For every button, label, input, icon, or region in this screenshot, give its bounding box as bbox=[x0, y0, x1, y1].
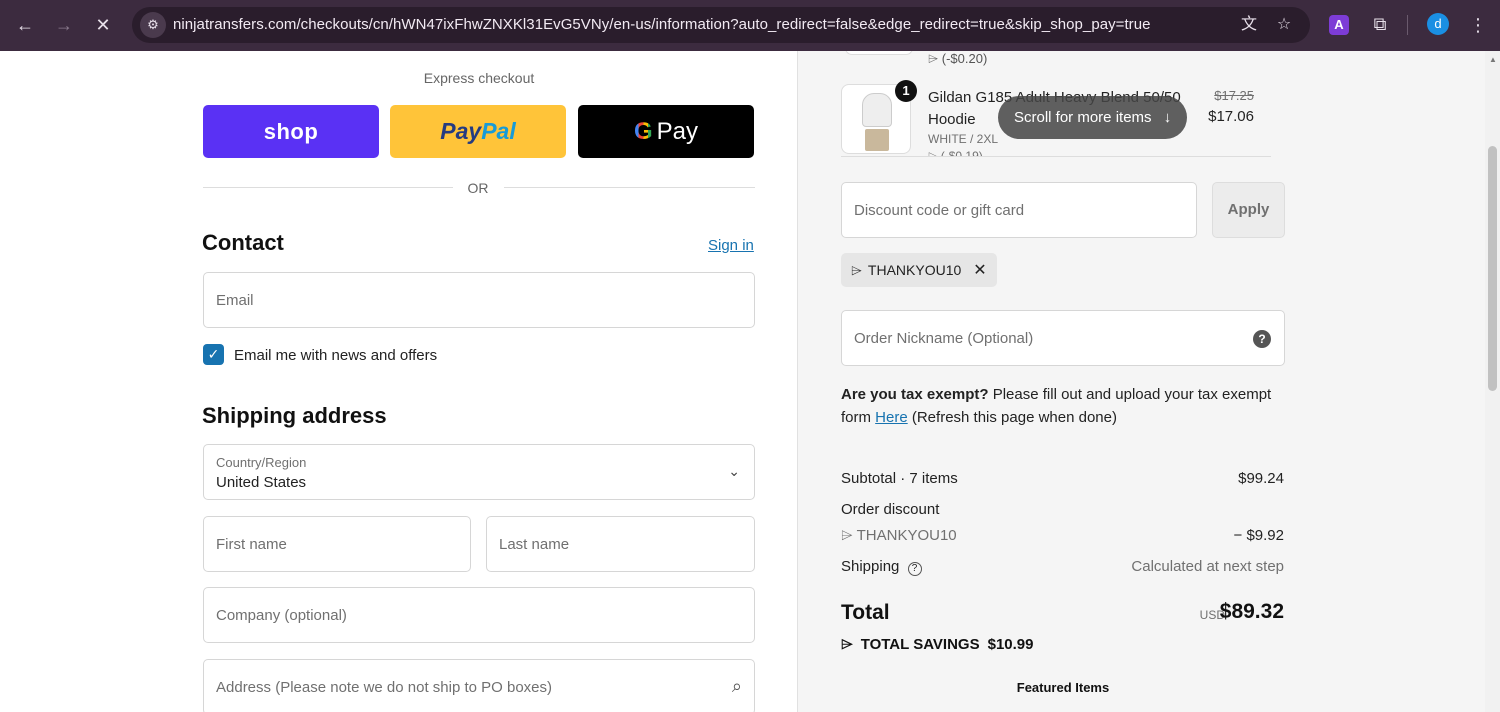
discount-placeholder: Discount code or gift card bbox=[854, 202, 1025, 219]
arrow-down-icon: ↓ bbox=[1163, 109, 1172, 126]
translate-icon[interactable]: 文 bbox=[1238, 14, 1260, 36]
country-label: Country/Region bbox=[216, 455, 307, 470]
discount-value: − $9.92 bbox=[1233, 527, 1284, 544]
pants-graphic bbox=[865, 129, 889, 151]
subtotal-value: $99.24 bbox=[1238, 470, 1284, 487]
paypal-logo-part1: Pay bbox=[440, 118, 482, 144]
extensions-puzzle-icon[interactable]: ⧉ bbox=[1368, 12, 1392, 36]
chevron-down-icon: ⌄ bbox=[728, 463, 740, 479]
google-pay-button[interactable]: G Pay bbox=[578, 105, 754, 158]
or-separator: OR bbox=[467, 180, 489, 196]
scroll-up-arrow-icon[interactable]: ▲ bbox=[1489, 55, 1497, 64]
subtotal-label: Subtotal · 7 items bbox=[841, 470, 958, 487]
tax-exempt-question: Are you tax exempt? bbox=[841, 386, 989, 403]
featured-items-heading: Featured Items bbox=[1016, 680, 1110, 695]
line-items-list[interactable]: ⌲ (-$0.20) 1 Gildan G185 Adult Heavy Ble… bbox=[841, 51, 1284, 157]
site-info-icon[interactable]: ⚙ bbox=[140, 12, 166, 38]
extension-icon[interactable]: A bbox=[1329, 15, 1349, 35]
divider-left bbox=[203, 187, 453, 188]
company-field[interactable]: Company (optional) bbox=[203, 587, 755, 643]
bookmark-star-icon[interactable]: ☆ bbox=[1273, 14, 1295, 36]
google-g-icon: G bbox=[633, 117, 653, 145]
discount-code-row: ⌲ THANKYOU10 bbox=[841, 527, 957, 544]
tax-exempt-note: Are you tax exempt? Please fill out and … bbox=[841, 383, 1291, 429]
tax-exempt-tail: (Refresh this page when done) bbox=[907, 409, 1117, 426]
url-text[interactable]: ninjatransfers.com/checkouts/cn/hWN47ixF… bbox=[173, 16, 1151, 33]
last-name-placeholder: Last name bbox=[499, 536, 570, 553]
tax-exempt-link[interactable]: Here bbox=[875, 409, 908, 426]
shipping-value: Calculated at next step bbox=[1131, 558, 1284, 575]
hoodie-graphic bbox=[862, 93, 892, 127]
newsletter-label[interactable]: Email me with news and offers bbox=[234, 347, 437, 364]
order-summary: ⌲ (-$0.20) 1 Gildan G185 Adult Heavy Ble… bbox=[797, 51, 1485, 712]
scrollbar-thumb[interactable] bbox=[1488, 146, 1497, 391]
price-discounted: $17.06 bbox=[1208, 108, 1254, 125]
paypal-logo-part2: Pal bbox=[481, 118, 516, 144]
applied-code-label: THANKYOU10 bbox=[867, 262, 962, 278]
last-name-field[interactable]: Last name bbox=[486, 516, 755, 572]
browser-toolbar: ← → ✕ ⚙ ninjatransfers.com/checkouts/cn/… bbox=[0, 0, 1500, 51]
tag-icon: ⌲ bbox=[928, 51, 939, 66]
scroll-more-label: Scroll for more items bbox=[1014, 109, 1152, 126]
tag-icon: ⌲ bbox=[841, 527, 853, 544]
shop-pay-button[interactable]: shop bbox=[203, 105, 379, 158]
stop-loading-icon[interactable]: ✕ bbox=[91, 13, 115, 37]
contact-heading: Contact bbox=[202, 230, 284, 255]
shipping-heading: Shipping address bbox=[202, 403, 387, 428]
tag-icon: ⌲ bbox=[841, 636, 853, 653]
address-placeholder: Address (Please note we do not ship to P… bbox=[216, 679, 553, 696]
search-icon[interactable]: ⌕ bbox=[732, 676, 742, 697]
discount-code-field[interactable]: Discount code or gift card bbox=[841, 182, 1197, 238]
info-icon[interactable]: ? bbox=[907, 562, 922, 576]
apply-discount-button[interactable]: Apply bbox=[1212, 182, 1285, 238]
checkout-form: Express checkout shop Pay Pal G Pay OR Con… bbox=[0, 51, 797, 712]
total-label: Total bbox=[841, 601, 890, 624]
sign-in-link[interactable]: Sign in bbox=[708, 237, 754, 254]
items-divider bbox=[841, 156, 1271, 157]
shipping-row: Shipping ? bbox=[841, 558, 922, 576]
paypal-button[interactable]: Pay Pal bbox=[390, 105, 566, 158]
savings-label: TOTAL SAVINGS bbox=[860, 636, 980, 653]
shop-pay-label: shop bbox=[263, 118, 319, 144]
google-pay-label: Pay bbox=[656, 117, 699, 145]
email-field[interactable]: Email bbox=[203, 272, 755, 328]
country-value: United States bbox=[216, 474, 307, 491]
previous-item-thumbnail bbox=[845, 51, 913, 55]
page-scrollbar[interactable]: ▲ bbox=[1485, 51, 1500, 712]
profile-avatar[interactable]: d bbox=[1427, 13, 1449, 35]
scroll-more-pill[interactable]: Scroll for more items ↓ bbox=[998, 96, 1188, 139]
total-value: $89.32 bbox=[1219, 600, 1284, 623]
browser-menu-icon[interactable]: ⋮ bbox=[1468, 13, 1488, 37]
address-bar[interactable]: ⚙ ninjatransfers.com/checkouts/cn/hWN47i… bbox=[132, 7, 1310, 43]
savings-value: $10.99 bbox=[987, 636, 1034, 653]
country-select[interactable]: Country/Region United States ⌄ bbox=[203, 444, 755, 500]
previous-item-discount: ⌲ (-$0.20) bbox=[928, 51, 988, 66]
shipping-label: Shipping bbox=[841, 558, 900, 575]
order-discount-label: Order discount bbox=[841, 501, 940, 518]
tag-icon: ⌲ bbox=[851, 261, 862, 278]
divider-right bbox=[504, 187, 755, 188]
forward-icon[interactable]: → bbox=[52, 13, 76, 37]
address-field[interactable]: Address (Please note we do not ship to P… bbox=[203, 659, 755, 712]
remove-code-icon[interactable]: ✕ bbox=[973, 260, 986, 280]
quantity-badge: 1 bbox=[895, 80, 917, 102]
applied-code-chip: ⌲ THANKYOU10 ✕ bbox=[841, 253, 997, 287]
back-icon[interactable]: ← bbox=[13, 13, 37, 37]
company-placeholder: Company (optional) bbox=[216, 607, 347, 624]
order-nickname-field[interactable]: Order Nickname (Optional) ? bbox=[841, 310, 1285, 366]
help-icon[interactable]: ? bbox=[1253, 330, 1271, 348]
product-variant: WHITE / 2XL bbox=[928, 132, 999, 146]
express-checkout-label: Express checkout bbox=[423, 70, 535, 86]
email-placeholder: Email bbox=[216, 292, 254, 309]
price-original: $17.25 bbox=[1214, 88, 1254, 103]
toolbar-divider bbox=[1407, 15, 1408, 35]
first-name-placeholder: First name bbox=[216, 536, 287, 553]
first-name-field[interactable]: First name bbox=[203, 516, 471, 572]
total-savings: ⌲ TOTAL SAVINGS $10.99 bbox=[841, 636, 1034, 653]
nickname-placeholder: Order Nickname (Optional) bbox=[854, 330, 1034, 347]
newsletter-checkbox[interactable]: ✓ bbox=[203, 344, 224, 365]
